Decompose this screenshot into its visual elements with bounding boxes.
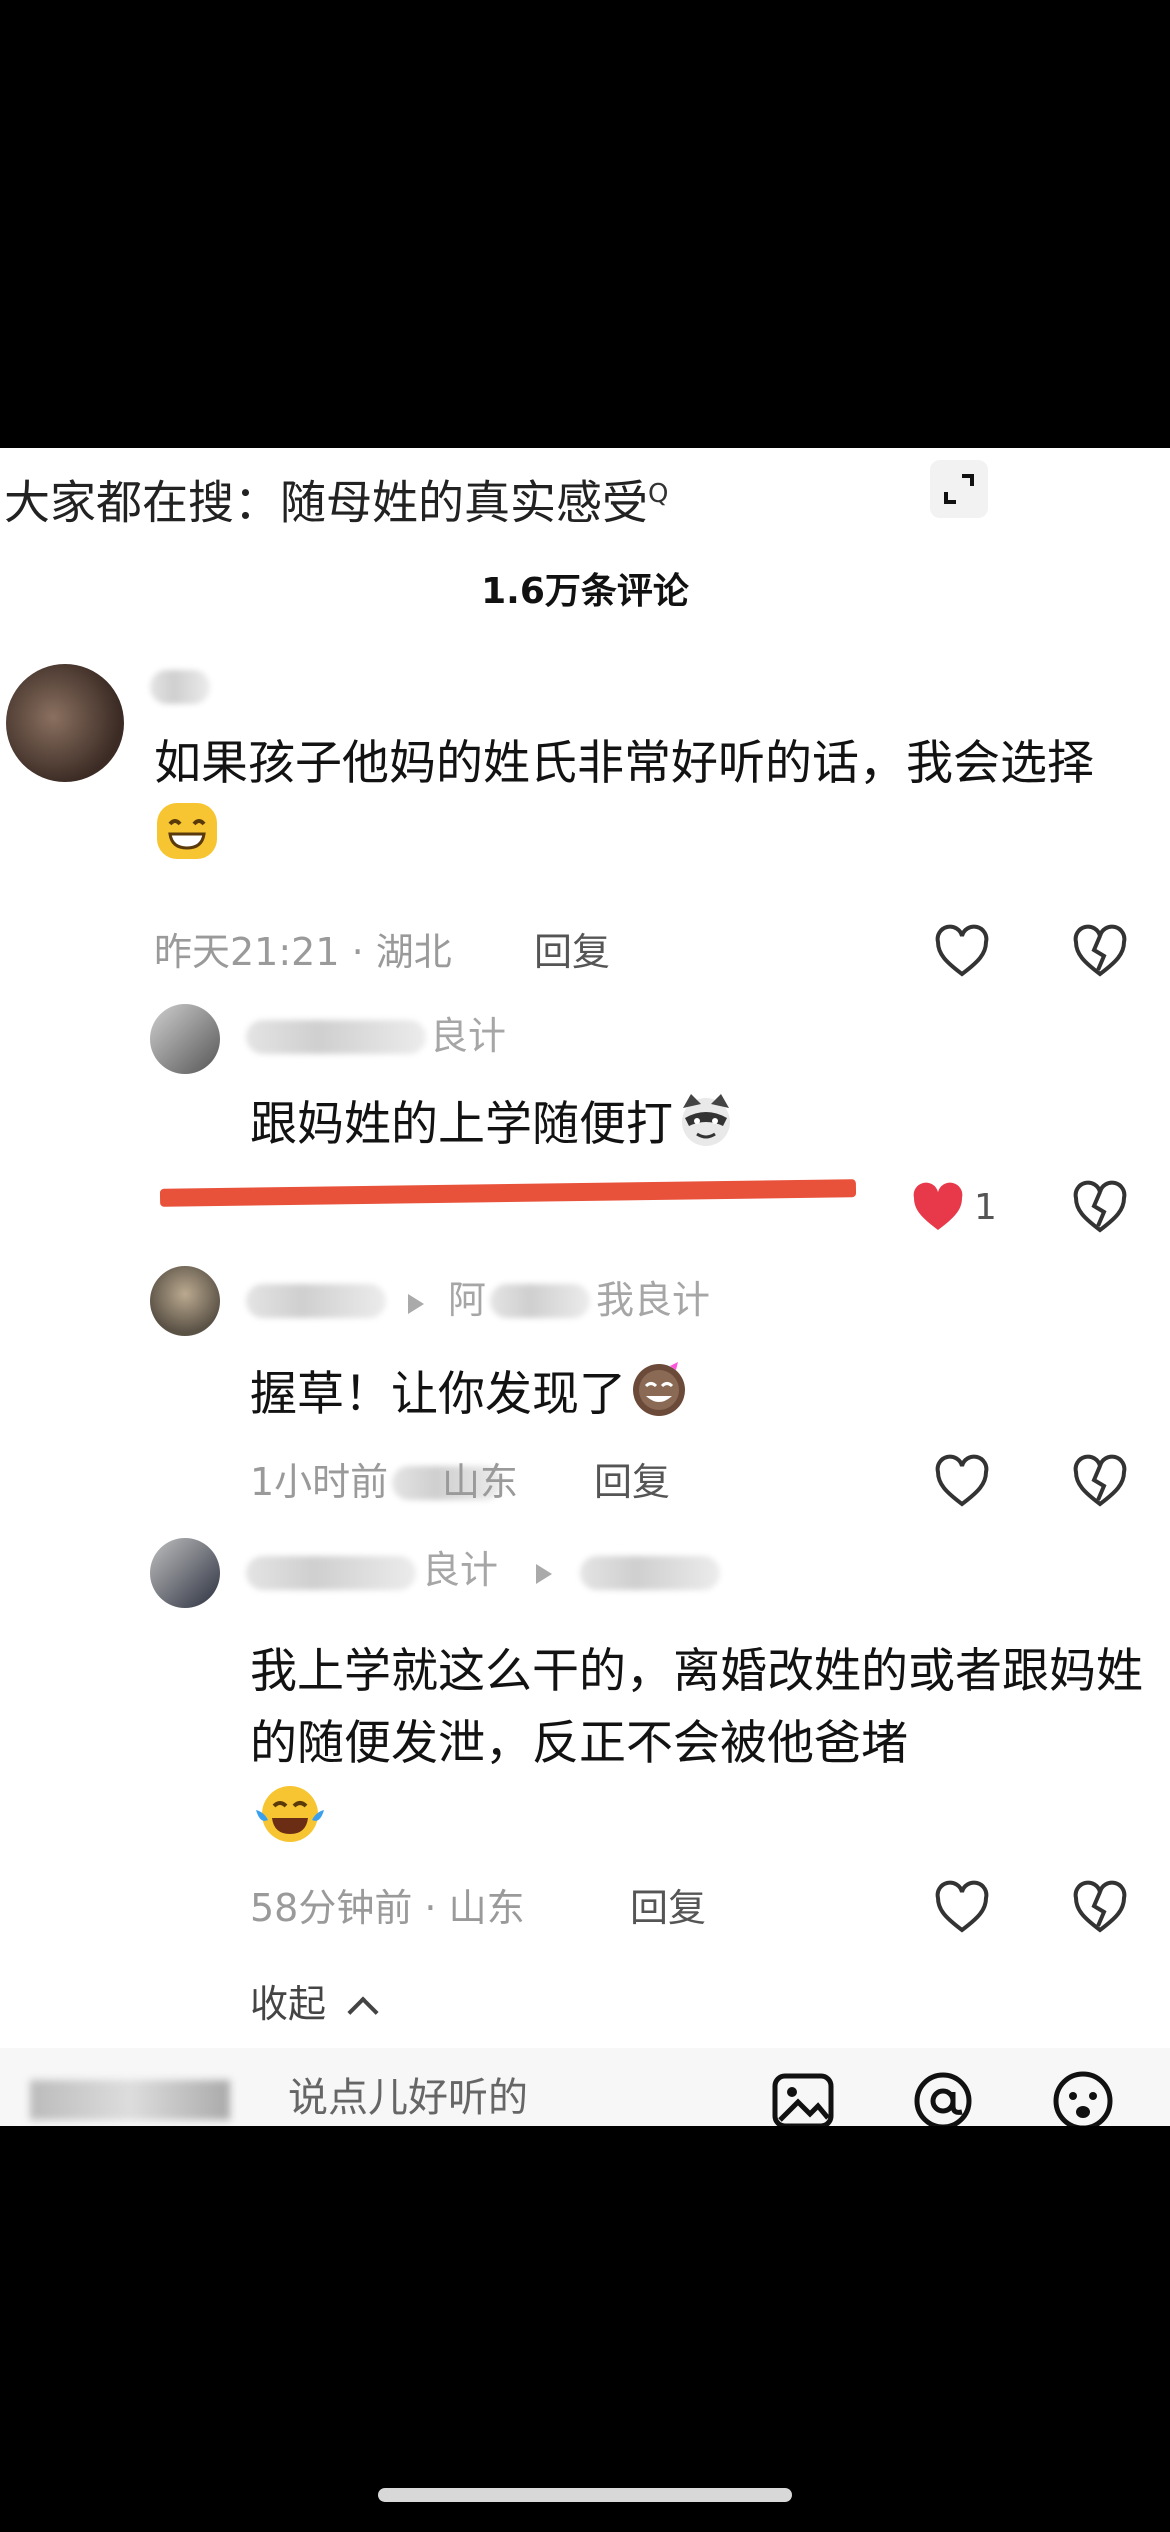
image-icon[interactable] xyxy=(770,2068,836,2126)
comment-time-location: 昨天21:21 · 湖北 xyxy=(154,930,452,974)
chevron-up-icon xyxy=(347,1996,379,2028)
username-blurred[interactable] xyxy=(246,1020,426,1054)
search-suggestion[interactable]: 大家都在搜：随母姓的真实感受Q xyxy=(0,448,1170,544)
heart-filled-icon[interactable] xyxy=(910,1180,966,1236)
video-area xyxy=(0,0,1170,448)
tears-of-joy-emoji-icon xyxy=(250,1780,324,1842)
comment-input[interactable]: 说点儿好听的 xyxy=(288,2070,528,2126)
username-blurred[interactable] xyxy=(246,1556,416,1590)
heart-icon[interactable] xyxy=(934,924,990,980)
reply-arrow-icon xyxy=(536,1564,552,1584)
raccoon-emoji-icon xyxy=(673,1088,743,1148)
username-tail[interactable]: 良计 xyxy=(422,1548,498,1592)
collapse-replies-button[interactable]: 收起 xyxy=(250,1980,379,2028)
reply-arrow-icon xyxy=(408,1294,424,1314)
reply-text: 跟妈姓的上学随便打 xyxy=(250,1088,1130,1161)
reply-text: 我上学就这么干的，离婚改姓的或者跟妈姓的随便发泄，反正不会被他爸堵 xyxy=(250,1636,1150,1857)
search-keyword[interactable]: 随母姓的真实感受 xyxy=(280,475,648,529)
red-strikethrough-annotation xyxy=(159,1179,857,1207)
reply-to-blurred[interactable] xyxy=(580,1556,720,1590)
bottom-area xyxy=(0,2126,1170,2532)
avatar[interactable] xyxy=(150,1538,220,1608)
emoji-icon[interactable] xyxy=(1050,2068,1116,2126)
heart-icon[interactable] xyxy=(934,1880,990,1936)
reply-text: 握草！让你发现了 xyxy=(250,1358,1130,1431)
home-indicator[interactable] xyxy=(378,2488,792,2502)
reply-to-blurred[interactable] xyxy=(490,1284,590,1318)
reply-button[interactable]: 回复 xyxy=(534,928,610,976)
reply-time-location: 58分钟前 · 山东 xyxy=(250,1886,525,1930)
username-blurred[interactable] xyxy=(150,670,210,704)
collapse-label: 收起 xyxy=(250,1982,327,2026)
comments-count-title: 1.6万条评论 xyxy=(481,571,689,612)
reply-button[interactable]: 回复 xyxy=(594,1458,670,1506)
heart-icon[interactable] xyxy=(934,1454,990,1510)
comment-text: 如果孩子他妈的姓氏非常好听的话，我会选择 xyxy=(154,728,1114,873)
blurred-overlay xyxy=(30,2080,230,2120)
search-prefix: 大家都在搜： xyxy=(4,475,280,530)
broken-heart-icon[interactable] xyxy=(1072,924,1128,980)
comments-sheet: 大家都在搜：随母姓的真实感受Q 1.6万条评论 如果孩子他妈的姓氏非常好听的话，… xyxy=(0,448,1170,2126)
search-suggestion-text[interactable]: 大家都在搜：随母姓的真实感受Q xyxy=(4,466,668,530)
broken-heart-icon[interactable] xyxy=(1072,1180,1128,1236)
reply-button[interactable]: 回复 xyxy=(630,1884,706,1932)
reply-time: 1小时前 xyxy=(250,1460,389,1504)
comment-input-bar: 说点儿好听的 xyxy=(0,2048,1170,2126)
username-tail[interactable]: 阿 xyxy=(448,1278,486,1322)
username-blurred[interactable] xyxy=(246,1284,386,1318)
username-tail[interactable]: 良计 xyxy=(430,1014,506,1058)
like-count: 1 xyxy=(974,1187,997,1228)
reply-location: 山东 xyxy=(442,1460,519,1504)
search-icon: Q xyxy=(648,479,669,509)
laughing-cookie-emoji-icon xyxy=(626,1358,696,1418)
mention-icon[interactable] xyxy=(910,2068,976,2126)
expand-icon[interactable] xyxy=(930,460,988,518)
avatar[interactable] xyxy=(150,1004,220,1074)
broken-heart-icon[interactable] xyxy=(1072,1454,1128,1510)
broken-heart-icon[interactable] xyxy=(1072,1880,1128,1936)
avatar[interactable] xyxy=(150,1266,220,1336)
avatar[interactable] xyxy=(6,664,124,782)
grin-emoji-icon xyxy=(154,800,224,860)
reply-to-name[interactable]: 我良计 xyxy=(596,1278,710,1322)
